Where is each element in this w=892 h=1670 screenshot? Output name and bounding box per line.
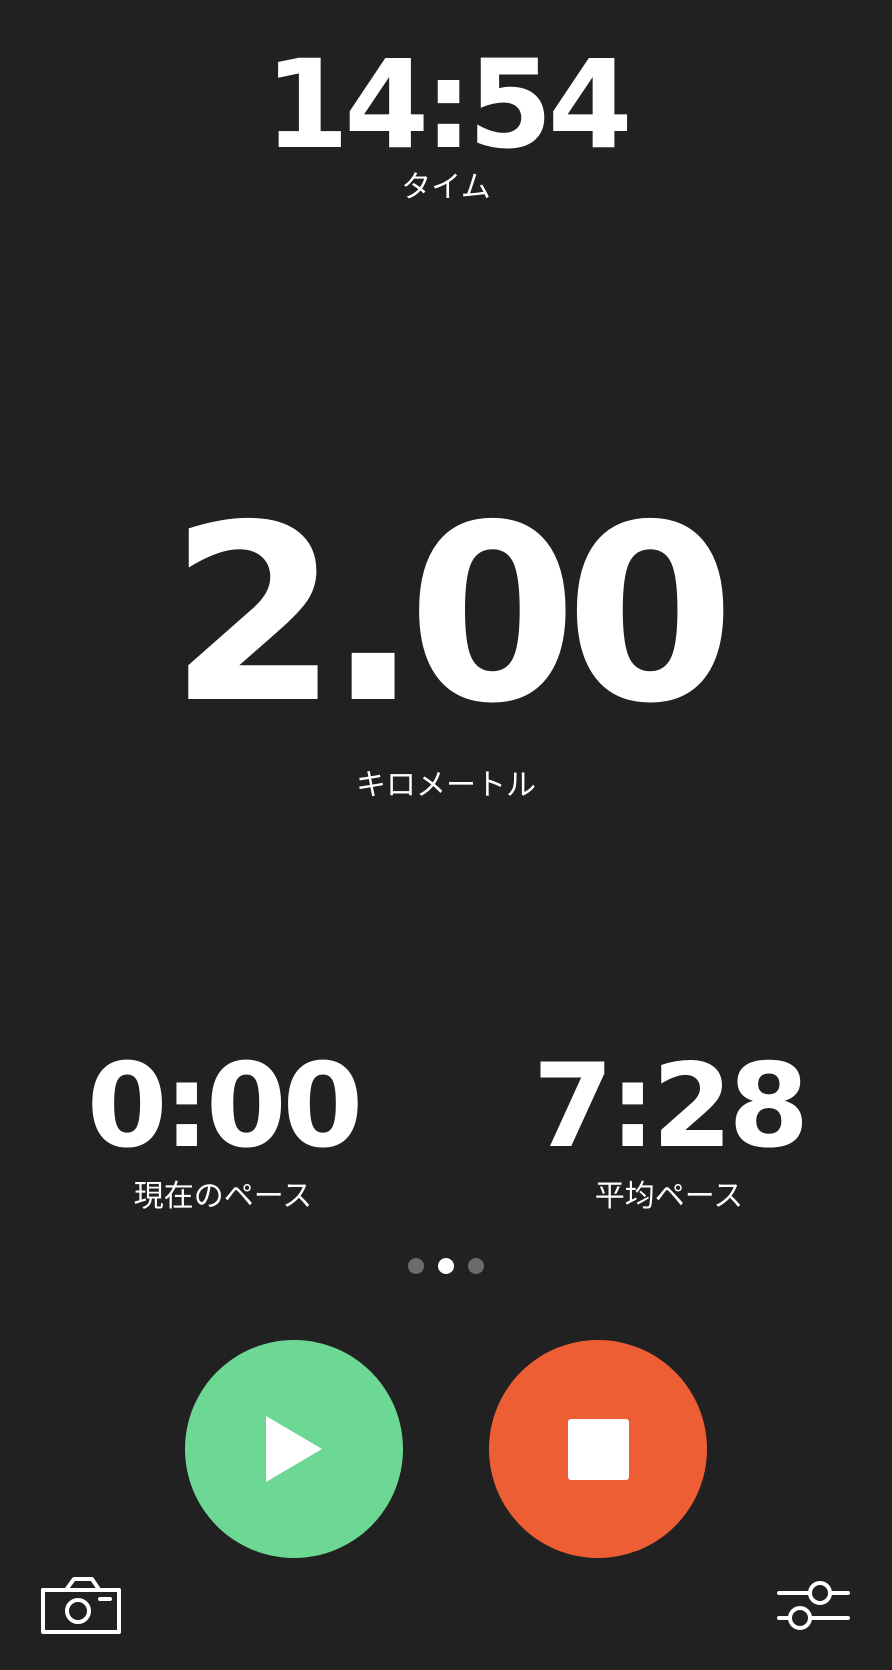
current-pace-value: 0:00	[86, 1039, 364, 1174]
camera-button[interactable]	[40, 1576, 124, 1636]
distance-metric: 2.00 キロメートル	[0, 490, 892, 804]
average-pace-label: 平均ペース	[594, 1179, 744, 1214]
time-value: 14:54	[264, 34, 632, 176]
settings-button[interactable]	[776, 1578, 852, 1634]
play-button[interactable]	[185, 1340, 403, 1558]
page-dot[interactable]	[408, 1258, 424, 1274]
page-indicator[interactable]	[0, 1258, 892, 1274]
page-dot[interactable]	[468, 1258, 484, 1274]
play-icon	[266, 1416, 322, 1482]
current-pace-metric: 0:00 現在のペース	[0, 1045, 446, 1215]
sliders-icon	[777, 1581, 850, 1630]
distance-value: 2.00	[168, 473, 735, 757]
stop-button[interactable]	[489, 1340, 707, 1558]
distance-label: キロメートル	[356, 768, 536, 803]
average-pace-value: 7:28	[532, 1039, 810, 1174]
time-label: タイム	[401, 170, 491, 205]
time-metric: 14:54 タイム	[0, 40, 892, 206]
page-dot-active[interactable]	[438, 1258, 454, 1274]
current-pace-label: 現在のペース	[133, 1179, 313, 1214]
average-pace-metric: 7:28 平均ペース	[446, 1045, 892, 1215]
stop-icon	[567, 1418, 629, 1480]
camera-icon	[41, 1577, 121, 1634]
